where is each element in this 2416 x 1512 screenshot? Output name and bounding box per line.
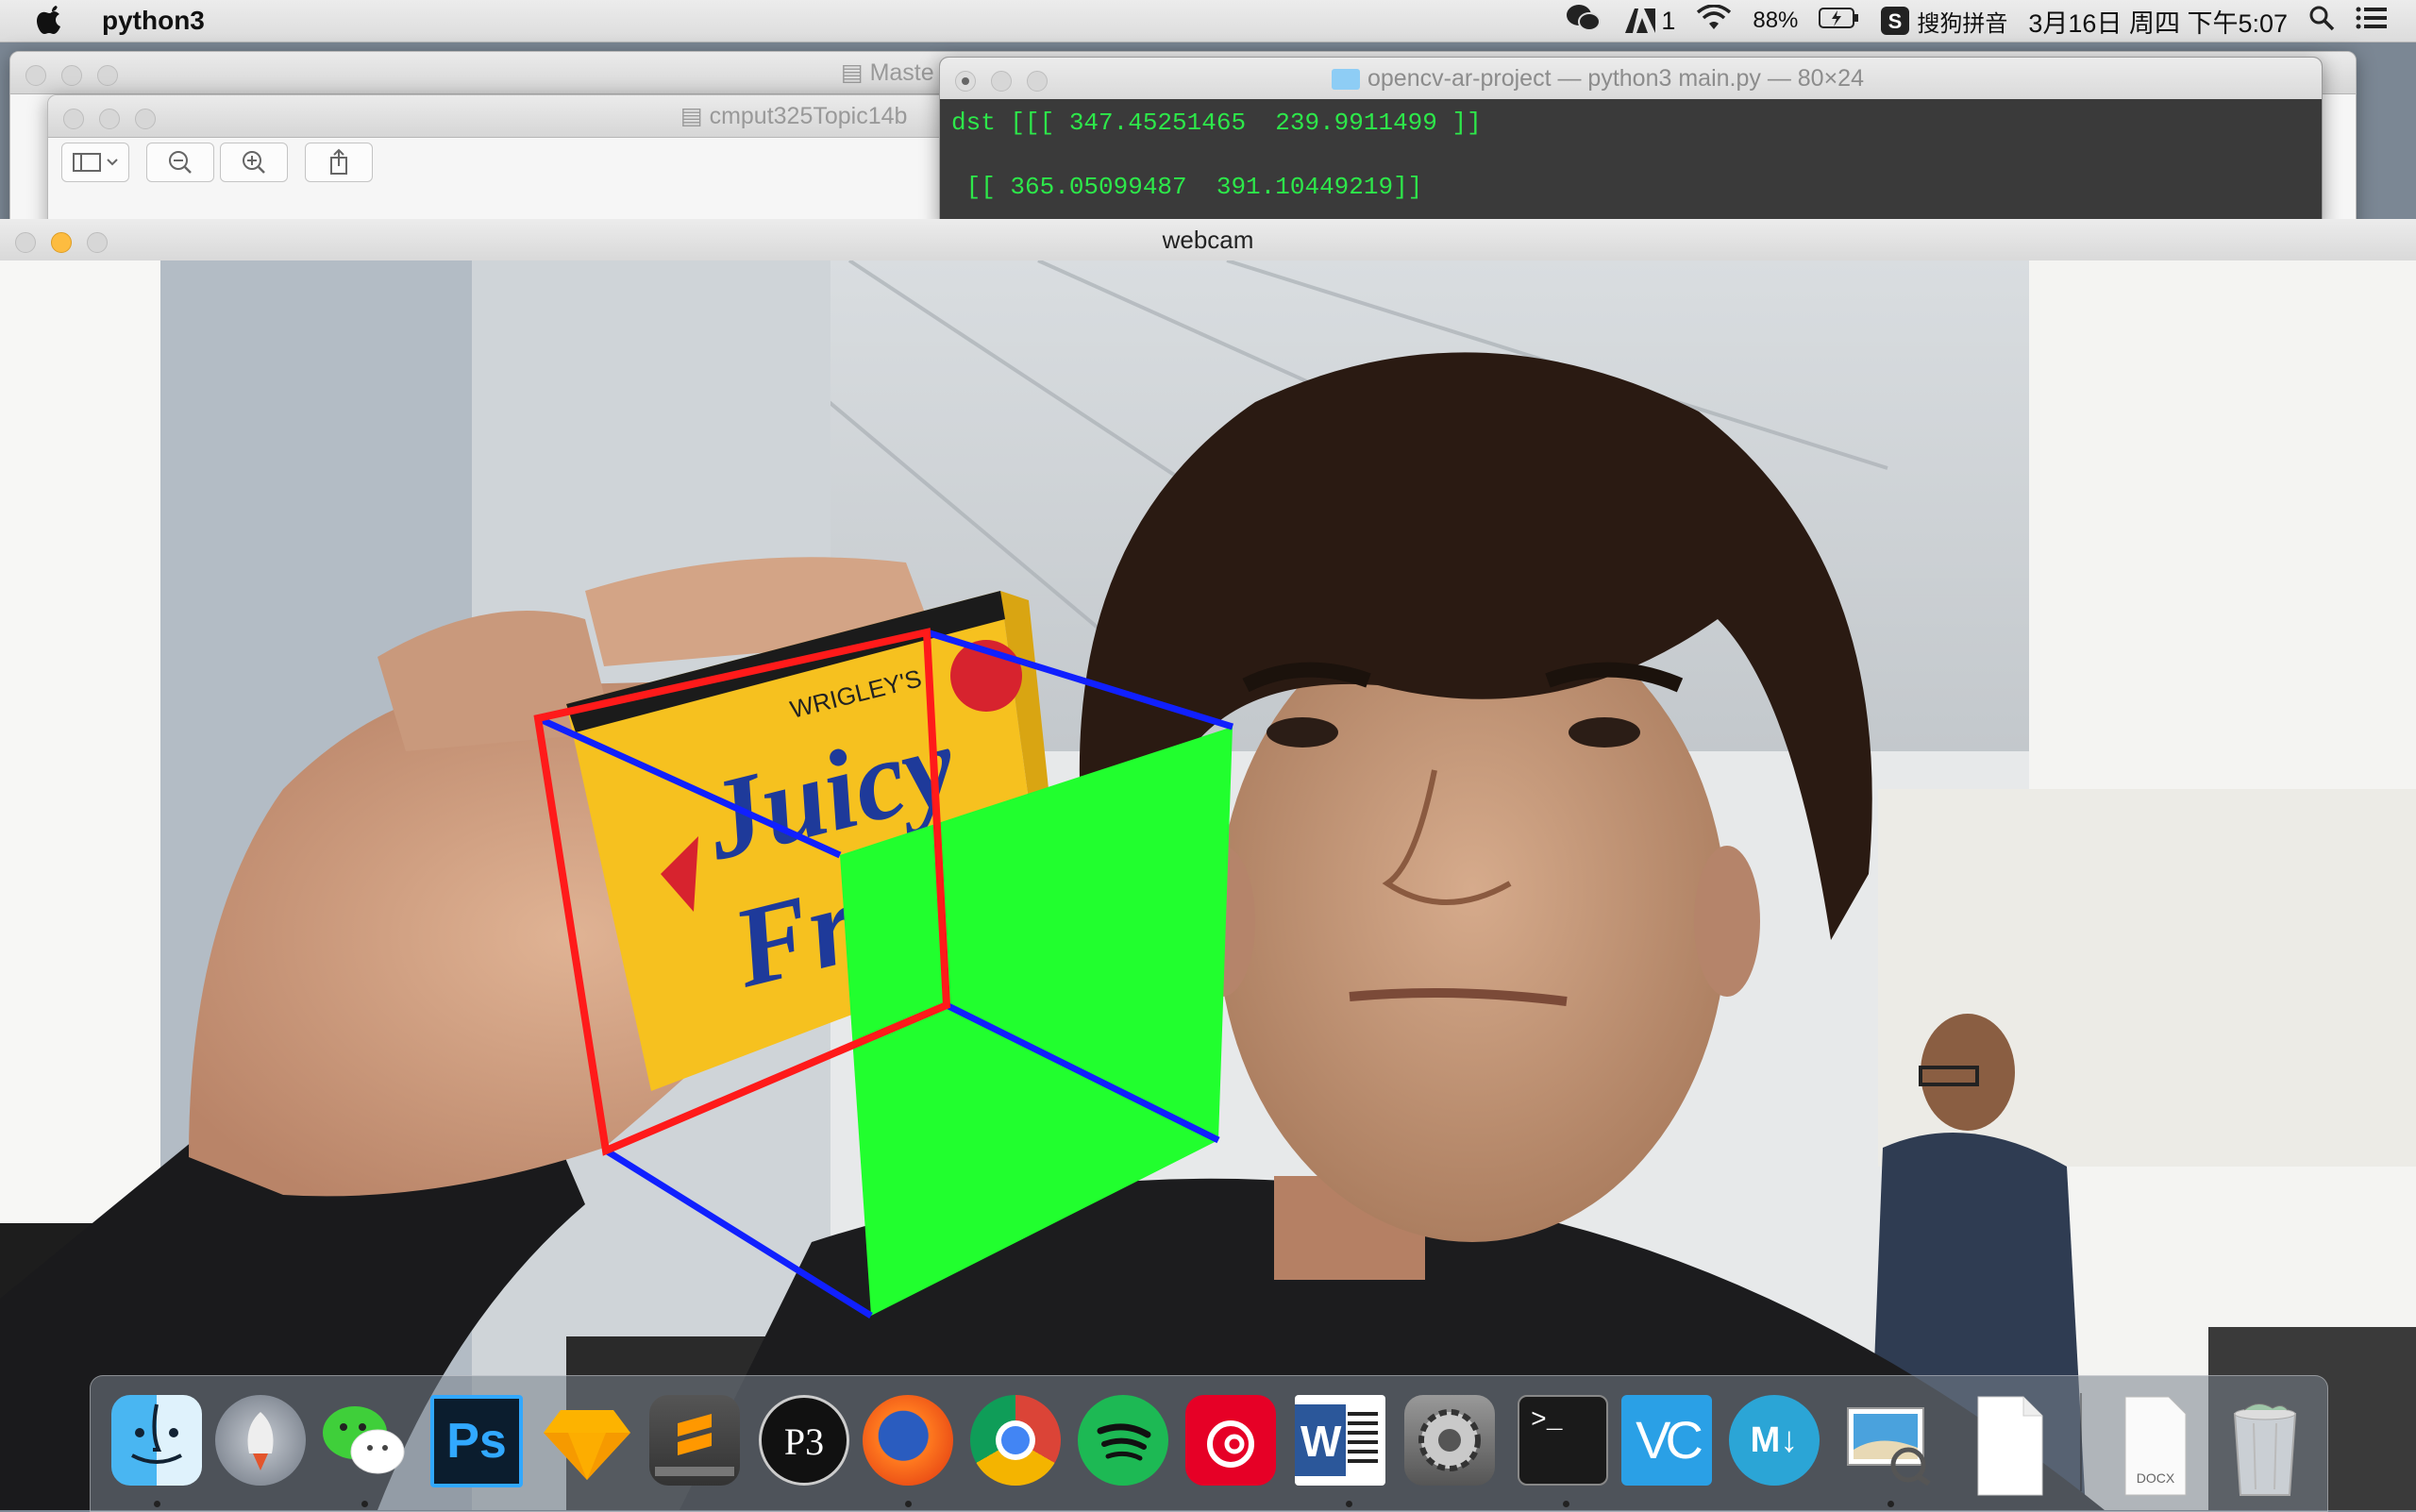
wechat-menubar-icon[interactable]: [1565, 3, 1602, 40]
terminal-output[interactable]: dst [[[ 347.45251465 239.9911499 ]] [[ 3…: [940, 99, 2322, 227]
zoom-out-icon: [169, 151, 192, 174]
adobe-count: 1: [1661, 6, 1676, 35]
sublime-text-icon[interactable]: [649, 1395, 740, 1486]
preview-icon[interactable]: [1842, 1395, 1933, 1487]
close-button[interactable]: [955, 71, 976, 92]
terminal-line: [[ 365.05099487 391.10449219]]: [951, 173, 1423, 201]
terminal-icon-label: >_: [1531, 1406, 1563, 1436]
clock[interactable]: 3月16日 周四 下午5:07: [2028, 3, 2288, 40]
wechat-icon[interactable]: [319, 1395, 410, 1486]
camera-frame: WRIGLEY'S Juicy Fr: [0, 260, 2416, 1510]
running-indicator: [154, 1501, 160, 1507]
system-preferences-icon[interactable]: [1404, 1395, 1495, 1486]
adobe-icon: [1625, 8, 1656, 33]
vnc-label: VC: [1636, 1410, 1703, 1470]
spotify-icon[interactable]: [1078, 1395, 1168, 1486]
sogou-icon: S: [1881, 7, 1910, 35]
markdown-label: M↓: [1750, 1420, 1799, 1460]
p3-app-icon[interactable]: P3: [759, 1395, 849, 1486]
webcam-titlebar: webcam: [0, 219, 2416, 261]
docx-label: DOCX: [2136, 1470, 2175, 1486]
minimize-button[interactable]: [61, 65, 82, 86]
trash-icon[interactable]: [2220, 1395, 2310, 1496]
close-button[interactable]: [63, 109, 84, 129]
terminal-titlebar: opencv-ar-project — python3 main.py — 80…: [940, 58, 2322, 100]
running-indicator: [905, 1501, 912, 1507]
terminal-icon[interactable]: >_: [1518, 1395, 1608, 1486]
chrome-icon[interactable]: [970, 1395, 1061, 1486]
ime-label: 搜狗拼音: [1917, 10, 2008, 37]
document-icon: ▤: [680, 103, 710, 129]
share-icon: [330, 148, 347, 175]
firefox-icon[interactable]: [863, 1395, 953, 1486]
document-icon[interactable]: [1965, 1395, 2055, 1496]
minimize-button[interactable]: [991, 71, 1012, 92]
app-name-menu[interactable]: python3: [102, 6, 205, 36]
sketch-icon[interactable]: [542, 1395, 632, 1486]
spotlight-search-icon[interactable]: [2308, 5, 2335, 38]
background-person-head: [1921, 1014, 2015, 1131]
window-title: ▤ cmput325Topic14b: [680, 103, 908, 129]
wifi-icon[interactable]: [1696, 3, 1732, 38]
preview-window-front: ▤ cmput325Topic14b: [47, 94, 955, 238]
zoom-in-icon: [243, 151, 265, 174]
close-button[interactable]: [25, 65, 46, 86]
zoom-out-button[interactable]: [146, 143, 214, 182]
sidebar-icon: [73, 153, 118, 172]
window-title: opencv-ar-project — python3 main.py — 80…: [1332, 58, 1864, 99]
svg-text:S: S: [1888, 9, 1903, 33]
finder-icon[interactable]: [111, 1395, 202, 1486]
dock-separator: [2080, 1393, 2082, 1491]
word-icon[interactable]: W: [1295, 1395, 1385, 1486]
zoom-button[interactable]: [1027, 71, 1048, 92]
launchpad-icon[interactable]: [215, 1395, 306, 1486]
share-button[interactable]: [305, 143, 373, 182]
document-icon: ▤: [841, 59, 870, 86]
battery-icon[interactable]: [1819, 7, 1860, 36]
minimize-button[interactable]: [99, 109, 120, 129]
macdown-icon[interactable]: M↓: [1729, 1395, 1820, 1486]
apple-icon[interactable]: [36, 4, 64, 36]
zoom-button[interactable]: [87, 232, 108, 253]
zoom-button[interactable]: [135, 109, 156, 129]
dock: Ps P3 W >_ VC M↓ DOCX: [90, 1375, 2328, 1512]
running-indicator: [1346, 1501, 1352, 1507]
terminal-line: dst [[[ 347.45251465 239.9911499 ]]: [951, 109, 1482, 137]
vnc-viewer-icon[interactable]: VC: [1621, 1395, 1712, 1486]
adobe-menubar-item[interactable]: 1: [1623, 7, 1675, 36]
minimize-button[interactable]: [51, 232, 72, 253]
photoshop-icon[interactable]: Ps: [430, 1395, 523, 1487]
ime-menubar-item[interactable]: S 搜狗拼音: [1881, 5, 2007, 38]
close-button[interactable]: [15, 232, 36, 253]
webcam-video-feed: WRIGLEY'S Juicy Fr: [0, 260, 2416, 1510]
running-indicator: [1888, 1501, 1894, 1507]
zoom-in-button[interactable]: [220, 143, 288, 182]
svg-text:P3: P3: [784, 1420, 824, 1463]
photoshop-label: Ps: [446, 1414, 507, 1469]
battery-percentage[interactable]: 88%: [1753, 8, 1798, 34]
preview-front-titlebar: ▤ cmput325Topic14b: [48, 95, 954, 138]
window-title: webcam: [1162, 226, 1254, 254]
running-indicator: [1563, 1501, 1569, 1507]
webcam-window: webcam WRIGLEY'S Juicy Fr: [0, 219, 2416, 1510]
menu-bar: python3 1 88% S 搜狗拼音 3月16日 周四 下午5:07: [0, 0, 2416, 42]
notification-center-icon[interactable]: [2356, 6, 2388, 37]
window-title: ▤ Maste: [841, 59, 934, 86]
netease-music-icon[interactable]: [1185, 1395, 1276, 1486]
zoom-button[interactable]: [97, 65, 118, 86]
running-indicator: [361, 1501, 368, 1507]
folder-icon: [1332, 69, 1360, 91]
docx-file-icon[interactable]: DOCX: [2110, 1395, 2201, 1496]
word-label: W: [1300, 1417, 1342, 1466]
sidebar-toggle-button[interactable]: [61, 143, 129, 182]
terminal-window: opencv-ar-project — python3 main.py — 80…: [939, 57, 2323, 228]
